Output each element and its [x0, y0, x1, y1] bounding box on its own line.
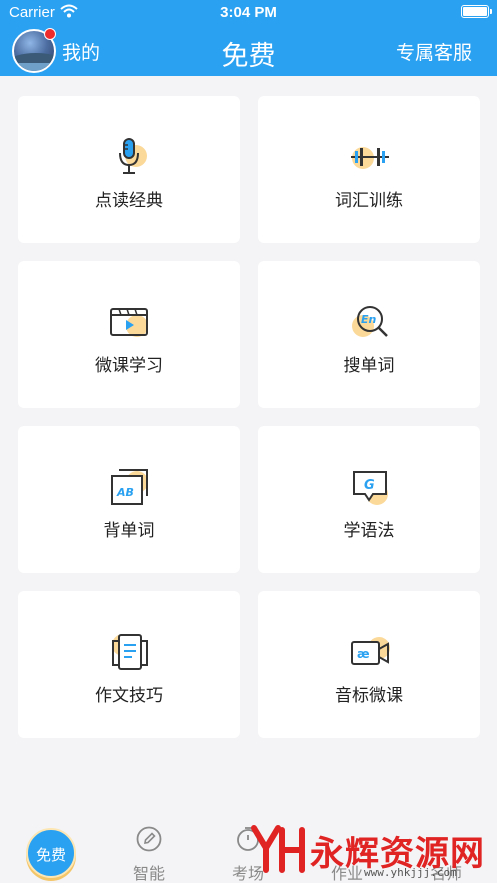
card-memorize-words[interactable]: AB 背单词	[18, 426, 240, 573]
video-player-icon	[110, 308, 148, 337]
phonetic-camera-icon: æ	[351, 637, 390, 665]
card-phonetic-lesson[interactable]: æ 音标微课	[258, 591, 480, 738]
card-micro-lesson[interactable]: 微课学习	[18, 261, 240, 408]
card-label: 音标微课	[335, 686, 403, 706]
status-time: 3:04 PM	[220, 4, 277, 21]
microphone-icon	[119, 138, 147, 174]
card-dianduo[interactable]: 点读经典	[18, 96, 240, 243]
svg-text:AB: AB	[116, 486, 134, 499]
card-label: 背单词	[103, 521, 155, 541]
battery-icon	[461, 5, 492, 18]
tab-smart[interactable]: 智能	[109, 818, 189, 883]
svg-text:æ: æ	[357, 647, 370, 661]
grammar-bubble-icon: G	[353, 471, 388, 505]
card-label: 词汇训练	[335, 191, 403, 211]
card-label: 点读经典	[95, 191, 163, 211]
watermark: 永辉资源网 www.yhkjjj.com	[248, 820, 493, 883]
card-label: 作文技巧	[95, 686, 163, 706]
card-label: 搜单词	[343, 356, 395, 376]
dumbbell-icon	[351, 147, 389, 169]
top-header: Carrier 3:04 PM 我的 免费 专属客服	[0, 0, 497, 76]
card-vocab-training[interactable]: 词汇训练	[258, 96, 480, 243]
card-grammar[interactable]: G 学语法	[258, 426, 480, 573]
pencil-circle-icon	[136, 826, 162, 852]
document-icon	[112, 634, 148, 670]
card-label: 学语法	[343, 521, 395, 541]
watermark-logo-icon	[251, 825, 305, 873]
nav-bar: 我的 免费 专属客服	[0, 26, 497, 76]
watermark-url: www.yhkjjj.com	[364, 866, 457, 879]
search-en-icon: En	[352, 306, 388, 337]
card-search-word[interactable]: En 搜单词	[258, 261, 480, 408]
card-label: 微课学习	[95, 356, 163, 376]
tab-label: 智能	[132, 864, 165, 883]
status-bar: Carrier 3:04 PM	[0, 0, 497, 26]
service-button[interactable]: 专属客服	[396, 38, 472, 65]
tab-free[interactable]: 免费	[26, 828, 76, 878]
svg-text:G: G	[364, 478, 375, 493]
svg-text:En: En	[361, 313, 377, 326]
ab-cards-icon: AB	[111, 469, 148, 505]
card-writing-skills[interactable]: 作文技巧	[18, 591, 240, 738]
